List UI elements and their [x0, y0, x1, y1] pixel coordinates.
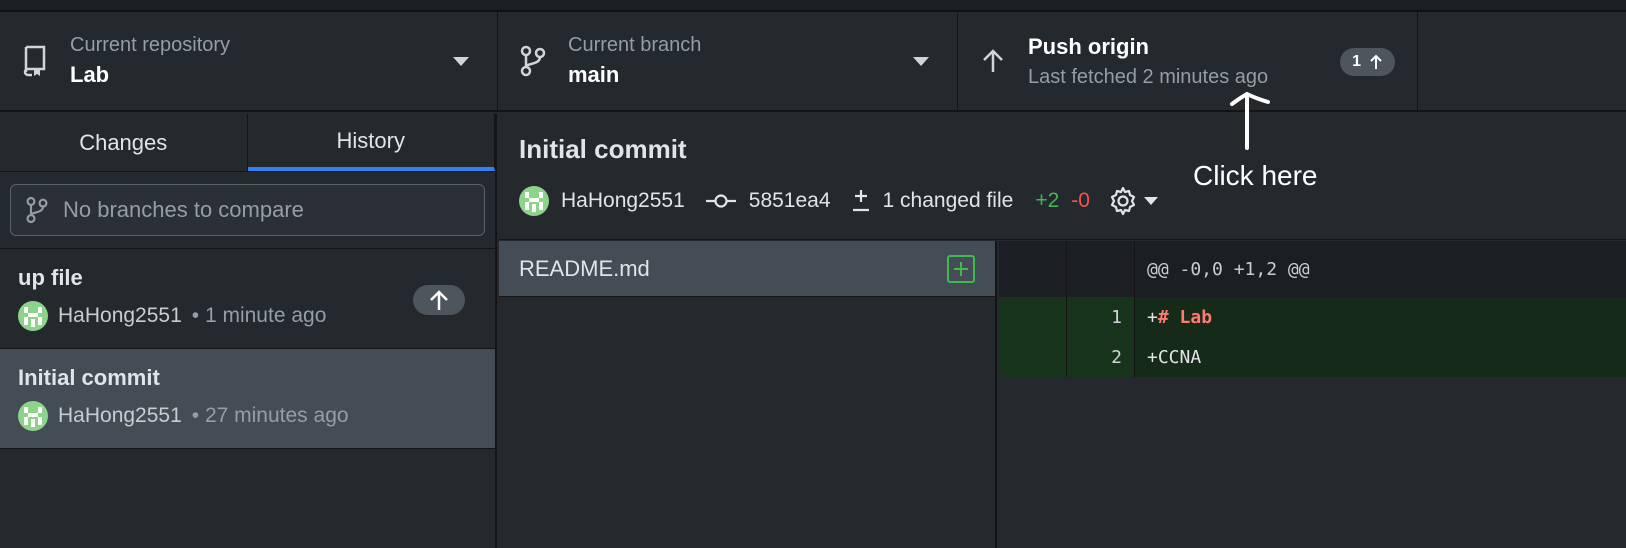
arrow-up-icon [978, 48, 1008, 74]
commit-header: Initial commit HaHong2551 5851ea4 1 chan… [499, 114, 1626, 240]
commit-summary: Initial commit [519, 134, 687, 164]
deletions-count: -0 [1071, 189, 1090, 212]
commit-title: Initial commit [18, 365, 160, 390]
commit-author: HaHong2551 [58, 304, 182, 327]
diff-line-content: # Lab [1157, 306, 1213, 328]
push-origin-button[interactable]: Push origin Last fetched 2 minutes ago 1 [958, 12, 1418, 110]
last-fetched-text: Last fetched 2 minutes ago [1028, 66, 1269, 88]
unpushed-count-badge: 1 [1340, 48, 1395, 76]
diff-line-prefix: + [1147, 306, 1158, 328]
repo-icon [20, 45, 50, 77]
repository-label: Current repository [70, 34, 231, 56]
commit-time: • 27 minutes ago [191, 404, 349, 427]
git-commit-icon [705, 194, 736, 208]
avatar [18, 301, 48, 331]
diff-hunk-header: @@ -0,0 +1,2 @@ [999, 241, 1626, 297]
additions-count: +2 [1035, 189, 1060, 212]
current-repository-button[interactable]: Current repository Lab [0, 12, 498, 110]
tab-changes[interactable]: Changes [0, 114, 248, 171]
commit-author: HaHong2551 [561, 189, 685, 212]
current-branch-button[interactable]: Current branch main [498, 12, 958, 110]
diff-line-prefix: + [1147, 346, 1158, 368]
sidebar: Changes History No branches to compare u… [0, 114, 497, 548]
commit-author: HaHong2551 [58, 404, 182, 427]
gear-icon [1110, 186, 1136, 216]
diff-line-added[interactable]: 2 + CCNA [999, 337, 1626, 377]
diff-gutter-new [1067, 241, 1135, 297]
diff-line-content: CCNA [1157, 346, 1202, 368]
git-branch-icon [518, 45, 548, 77]
push-title: Push origin [1028, 34, 1149, 59]
changed-files-list: README.md [499, 241, 997, 548]
diff-line-text: + CCNA [1135, 337, 1201, 377]
file-name: README.md [519, 255, 650, 281]
arrow-up-icon [430, 290, 448, 310]
window-top-strip [0, 0, 1626, 12]
line-number: 1 [1067, 297, 1135, 337]
commit-list-item[interactable]: up file HaHong2551 • 1 minute ago [0, 249, 495, 349]
changed-files-count: 1 changed file [882, 189, 1014, 212]
diff-gutter-old [999, 297, 1067, 337]
repository-name: Lab [70, 62, 110, 87]
commit-detail: Initial commit HaHong2551 5851ea4 1 chan… [499, 114, 1626, 548]
diff-line-added[interactable]: 1 + # Lab [999, 297, 1626, 337]
commit-list-item-selected[interactable]: Initial commit HaHong2551 • 27 minutes a… [0, 349, 495, 449]
chevron-down-icon [1143, 197, 1158, 205]
unpushed-commit-indicator [413, 285, 465, 315]
line-number: 2 [1067, 337, 1135, 377]
arrow-up-icon [1370, 54, 1382, 69]
branch-label: Current branch [568, 34, 702, 56]
avatar [519, 186, 549, 216]
commit-sha[interactable]: 5851ea4 [749, 189, 831, 213]
file-list-item[interactable]: README.md [499, 241, 995, 297]
chevron-down-icon [453, 57, 469, 66]
hunk-text: @@ -0,0 +1,2 @@ [1147, 258, 1310, 280]
avatar [18, 401, 48, 431]
diff-line-text: + # Lab [1135, 297, 1212, 337]
file-added-icon [947, 254, 975, 283]
sidebar-tabs: Changes History [0, 114, 495, 172]
diff-gutter-old [999, 337, 1067, 377]
diff-settings-button[interactable] [1108, 186, 1158, 216]
commit-time: • 1 minute ago [191, 304, 327, 327]
compare-placeholder: No branches to compare [63, 197, 304, 222]
branch-compare-input[interactable]: No branches to compare [10, 184, 485, 236]
annotation-label: Click here [1193, 160, 1318, 191]
diff-view: @@ -0,0 +1,2 @@ 1 + # Lab 2 + CCNA [999, 241, 1626, 548]
file-diff-icon [852, 190, 869, 212]
branch-name: main [568, 62, 620, 87]
commit-title: up file [18, 265, 83, 290]
tab-history[interactable]: History [247, 114, 495, 171]
diff-gutter-old [999, 241, 1067, 297]
chevron-down-icon [913, 57, 929, 66]
toolbar: Current repository Lab Current branch ma… [0, 12, 1626, 112]
git-branch-icon [26, 196, 48, 224]
unpushed-count: 1 [1352, 53, 1361, 70]
